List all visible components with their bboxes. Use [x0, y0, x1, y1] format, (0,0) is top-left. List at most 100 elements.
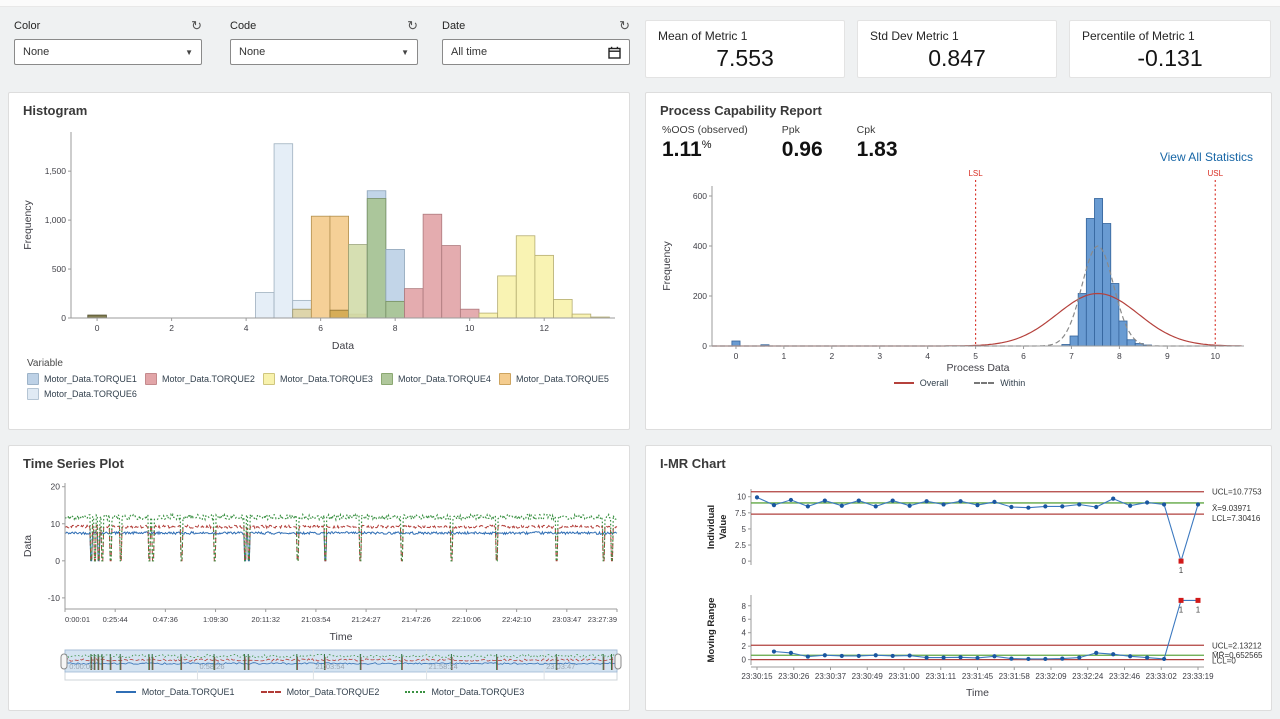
legend-swatch: [145, 373, 157, 385]
svg-text:21:58:24: 21:58:24: [429, 662, 458, 671]
svg-text:0:58:26: 0:58:26: [199, 662, 224, 671]
svg-text:2.5: 2.5: [735, 541, 747, 550]
legend-item[interactable]: Motor_Data.TORQUE2: [261, 687, 380, 697]
stat-cpk: Cpk 1.83: [857, 124, 898, 162]
capability-panel: Process Capability Report %OOS (observed…: [645, 92, 1272, 430]
svg-text:23:33:19: 23:33:19: [1182, 672, 1214, 681]
code-dropdown-value: None: [239, 46, 265, 58]
brush-handle-right[interactable]: [615, 654, 621, 669]
capability-legend: Overall Within: [656, 378, 1263, 388]
legend-swatch: [27, 373, 39, 385]
metric-card-mean: Mean of Metric 1 7.553: [645, 20, 845, 78]
refresh-icon[interactable]: ↻: [407, 21, 418, 31]
svg-text:23:03:47: 23:03:47: [546, 662, 575, 671]
svg-text:USL: USL: [1207, 169, 1223, 178]
svg-text:23:31:11: 23:31:11: [925, 672, 956, 681]
legend-label: Motor_Data.TORQUE3: [280, 374, 373, 384]
svg-text:21:03:54: 21:03:54: [301, 615, 330, 624]
svg-text:20: 20: [51, 482, 61, 492]
legend-label: Overall: [920, 378, 949, 388]
stat-label: Ppk: [782, 124, 823, 136]
legend-item[interactable]: Overall: [894, 378, 949, 388]
svg-text:1,000: 1,000: [45, 215, 67, 225]
svg-text:10: 10: [51, 519, 61, 529]
legend-item[interactable]: Motor_Data.TORQUE4: [381, 373, 499, 385]
svg-text:Time: Time: [330, 631, 353, 643]
metric-value: 7.553: [658, 45, 832, 72]
svg-text:21:47:26: 21:47:26: [402, 615, 431, 624]
filter-code-label: Code: [230, 20, 256, 32]
metric-value: 0.847: [870, 45, 1044, 72]
timeseries-brush[interactable]: 0:00:010:58:2621:03:5421:58:2423:03:47: [19, 649, 625, 685]
brush-handle-left[interactable]: [61, 654, 67, 669]
filter-code: Code ↻ None ▼: [230, 20, 418, 65]
svg-text:23:31:45: 23:31:45: [962, 672, 994, 681]
svg-text:0: 0: [742, 557, 747, 566]
svg-text:0:47:36: 0:47:36: [153, 615, 178, 624]
histogram-legend-items: Motor_Data.TORQUE1Motor_Data.TORQUE2Moto…: [27, 373, 621, 403]
svg-text:10: 10: [1211, 351, 1221, 361]
filter-color-label: Color: [14, 20, 40, 32]
svg-text:X̄=9.03971: X̄=9.03971: [1212, 504, 1251, 513]
svg-text:23:32:24: 23:32:24: [1072, 672, 1104, 681]
refresh-icon[interactable]: ↻: [191, 21, 202, 31]
legend-item[interactable]: Motor_Data.TORQUE6: [27, 388, 145, 400]
view-all-statistics-link[interactable]: View All Statistics: [1160, 150, 1253, 164]
legend-item[interactable]: Within: [974, 378, 1025, 388]
svg-text:23:32:46: 23:32:46: [1109, 672, 1141, 681]
svg-text:8: 8: [393, 323, 398, 333]
svg-text:600: 600: [693, 191, 707, 201]
metric-label: Percentile of Metric 1: [1082, 29, 1258, 43]
chevron-down-icon: ▼: [401, 48, 409, 57]
panel-title: Time Series Plot: [23, 456, 621, 471]
legend-item[interactable]: Motor_Data.TORQUE3: [263, 373, 381, 385]
svg-text:21:03:54: 21:03:54: [315, 662, 344, 671]
metric-card-stddev: Std Dev Metric 1 0.847: [857, 20, 1057, 78]
stat-value: 1.11%: [662, 138, 748, 162]
svg-text:0: 0: [702, 341, 707, 351]
legend-swatch: [27, 388, 39, 400]
legend-item[interactable]: Motor_Data.TORQUE1: [27, 373, 145, 385]
svg-text:0:25:44: 0:25:44: [103, 615, 128, 624]
legend-line-swatch: [116, 691, 136, 693]
refresh-icon[interactable]: ↻: [619, 21, 630, 31]
stat-label: %OOS (observed): [662, 124, 748, 136]
metric-card-percentile: Percentile of Metric 1 -0.131: [1069, 20, 1271, 78]
legend-line-swatch: [405, 691, 425, 693]
svg-text:Process Data: Process Data: [946, 362, 1009, 374]
date-picker-value: All time: [451, 46, 487, 58]
legend-label: Motor_Data.TORQUE1: [44, 374, 137, 384]
svg-text:LSL: LSL: [968, 169, 983, 178]
calendar-icon: [608, 46, 621, 59]
legend-label: Motor_Data.TORQUE4: [398, 374, 491, 384]
legend-label: Within: [1000, 378, 1025, 388]
date-picker[interactable]: All time: [442, 39, 630, 65]
code-dropdown[interactable]: None ▼: [230, 39, 418, 65]
svg-text:8: 8: [1117, 351, 1122, 361]
svg-text:7: 7: [1069, 351, 1074, 361]
chevron-down-icon: ▼: [185, 48, 193, 57]
legend-label: Motor_Data.TORQUE1: [142, 687, 235, 697]
svg-text:Value: Value: [718, 515, 729, 540]
legend-label: Motor_Data.TORQUE5: [516, 374, 609, 384]
legend-item[interactable]: Motor_Data.TORQUE3: [405, 687, 524, 697]
svg-text:23:03:47: 23:03:47: [552, 615, 581, 624]
legend-item[interactable]: Motor_Data.TORQUE1: [116, 687, 235, 697]
svg-text:10: 10: [465, 323, 475, 333]
svg-text:0: 0: [95, 323, 100, 333]
svg-text:4: 4: [925, 351, 930, 361]
svg-text:23:30:49: 23:30:49: [852, 672, 884, 681]
svg-text:23:31:00: 23:31:00: [888, 672, 920, 681]
color-dropdown[interactable]: None ▼: [14, 39, 202, 65]
capability-chart: LSLUSL0200400600012345678910Process Data…: [656, 164, 1268, 376]
svg-text:21:24:27: 21:24:27: [351, 615, 380, 624]
legend-item[interactable]: Motor_Data.TORQUE2: [145, 373, 263, 385]
svg-text:22:10:06: 22:10:06: [452, 615, 481, 624]
svg-text:22:42:10: 22:42:10: [502, 615, 531, 624]
svg-text:2: 2: [742, 642, 747, 651]
legend-item[interactable]: Motor_Data.TORQUE5: [499, 373, 617, 385]
svg-text:LCL=0: LCL=0: [1212, 657, 1236, 666]
legend-swatch: [499, 373, 511, 385]
svg-text:23:30:37: 23:30:37: [815, 672, 847, 681]
metric-label: Mean of Metric 1: [658, 29, 832, 43]
